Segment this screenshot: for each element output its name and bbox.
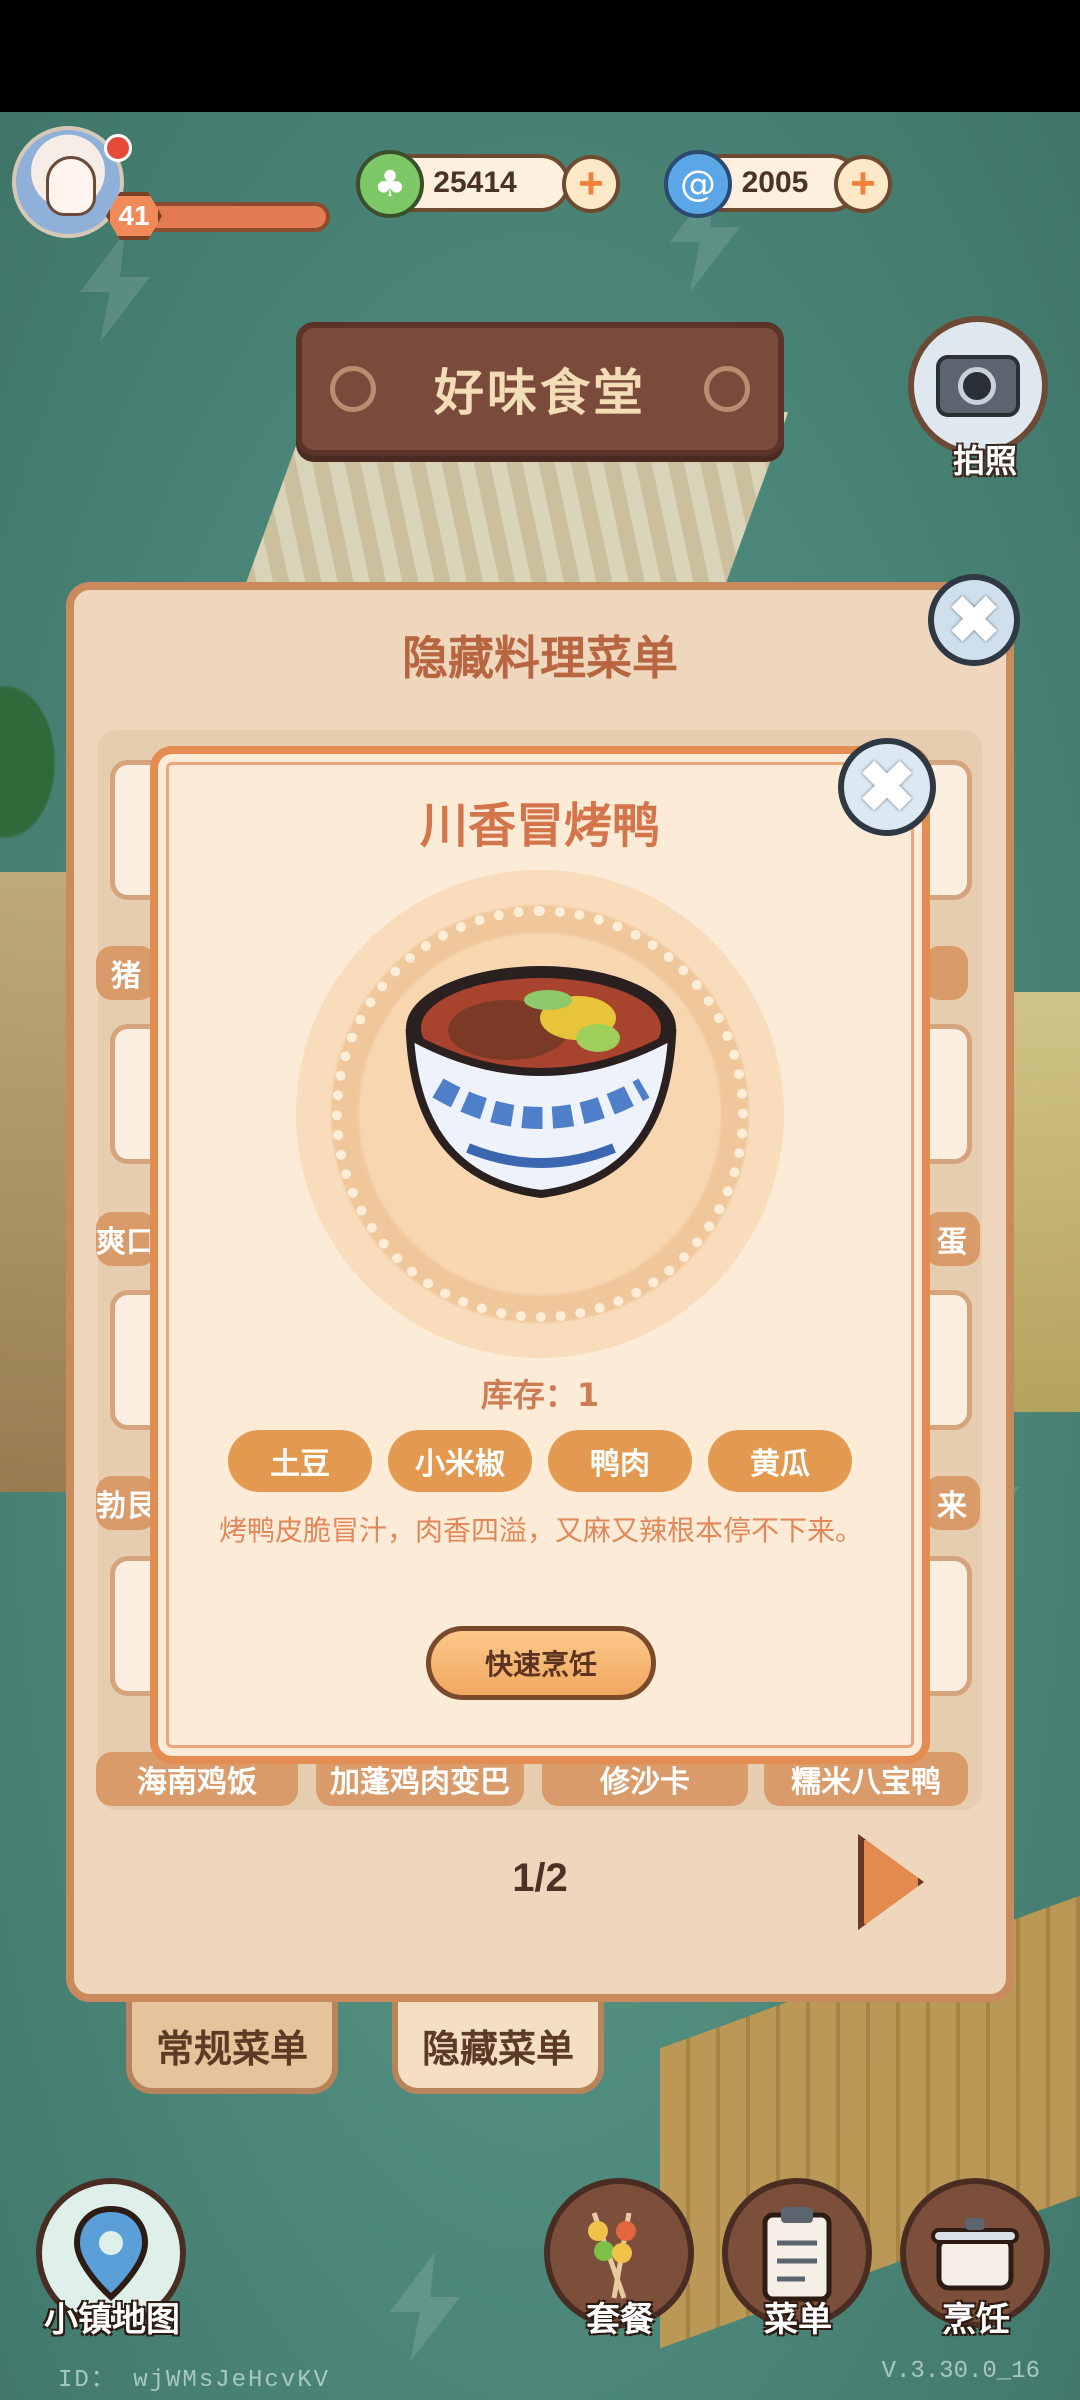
recipe-title: 川香冒烤鸭 bbox=[419, 798, 660, 854]
restaurant-sign: 好味食堂 bbox=[296, 322, 784, 456]
close-recipe-button[interactable]: ✖ bbox=[838, 738, 936, 836]
quick-cook-button[interactable]: 快速烹饪 bbox=[426, 1626, 656, 1700]
camera-icon bbox=[936, 355, 1020, 417]
recipe-label: 勃艮 bbox=[96, 1476, 156, 1530]
recipe-label: 蛋 bbox=[924, 1212, 980, 1266]
notification-dot bbox=[104, 134, 132, 162]
stock-count: 库存：1 bbox=[480, 1376, 600, 1414]
ingredient-chip: 土豆 bbox=[228, 1430, 372, 1492]
roast-duck-dish-icon bbox=[405, 966, 677, 1199]
add-swirl-button[interactable]: + bbox=[834, 155, 892, 213]
recipe-label: 猪 bbox=[96, 946, 156, 1000]
recipe-label: 来 bbox=[924, 1476, 980, 1530]
building-decor bbox=[0, 872, 70, 1492]
cook-label: 烹饪 bbox=[942, 2300, 1010, 2340]
experience-bar bbox=[140, 202, 330, 232]
app-version: V.3.30.0_16 bbox=[881, 2358, 1040, 2385]
pot-icon bbox=[931, 2218, 1019, 2291]
swirl-icon: @ bbox=[664, 150, 732, 218]
rabbit-icon bbox=[46, 156, 96, 216]
ingredient-chip: 黄瓜 bbox=[708, 1430, 852, 1492]
bolt-decor-icon bbox=[390, 2252, 460, 2362]
skewer-icon bbox=[588, 2212, 636, 2299]
hidden-recipe-menu-title: 隐藏料理菜单 bbox=[402, 631, 678, 685]
ingredient-chip: 小米椒 bbox=[388, 1430, 532, 1492]
map-pin-icon bbox=[73, 2205, 149, 2301]
recipe-label bbox=[924, 946, 968, 1000]
combo-label: 套餐 bbox=[586, 2300, 654, 2340]
recipe-label: 爽口 bbox=[96, 1212, 156, 1266]
tab-hidden-menu[interactable]: 隐藏菜单 bbox=[392, 2002, 604, 2094]
town-map-label: 小镇地图 bbox=[44, 2300, 180, 2340]
add-clover-button[interactable]: + bbox=[562, 155, 620, 213]
close-menu-button[interactable]: ✖ bbox=[928, 574, 1020, 666]
restaurant-name: 好味食堂 bbox=[434, 364, 646, 422]
camera-label: 拍照 bbox=[952, 442, 1017, 480]
recipe-description: 烤鸭皮脆冒汁，肉香四溢，又麻又辣根本停不下来。 bbox=[218, 1514, 863, 1547]
menu-label: 菜单 bbox=[764, 2300, 832, 2340]
tab-regular-menu[interactable]: 常规菜单 bbox=[126, 2002, 338, 2094]
ingredient-chip: 鸭肉 bbox=[548, 1430, 692, 1492]
bolt-decor-icon bbox=[80, 232, 150, 342]
clover-icon: ♣ bbox=[356, 150, 424, 218]
camera-button[interactable] bbox=[908, 316, 1048, 456]
clipboard-icon bbox=[762, 2207, 832, 2302]
page-indicator: 1/2 bbox=[512, 1856, 568, 1900]
player-id: ID： wjWMsJeHcvKV bbox=[58, 2367, 331, 2394]
status-bar bbox=[0, 0, 1080, 112]
